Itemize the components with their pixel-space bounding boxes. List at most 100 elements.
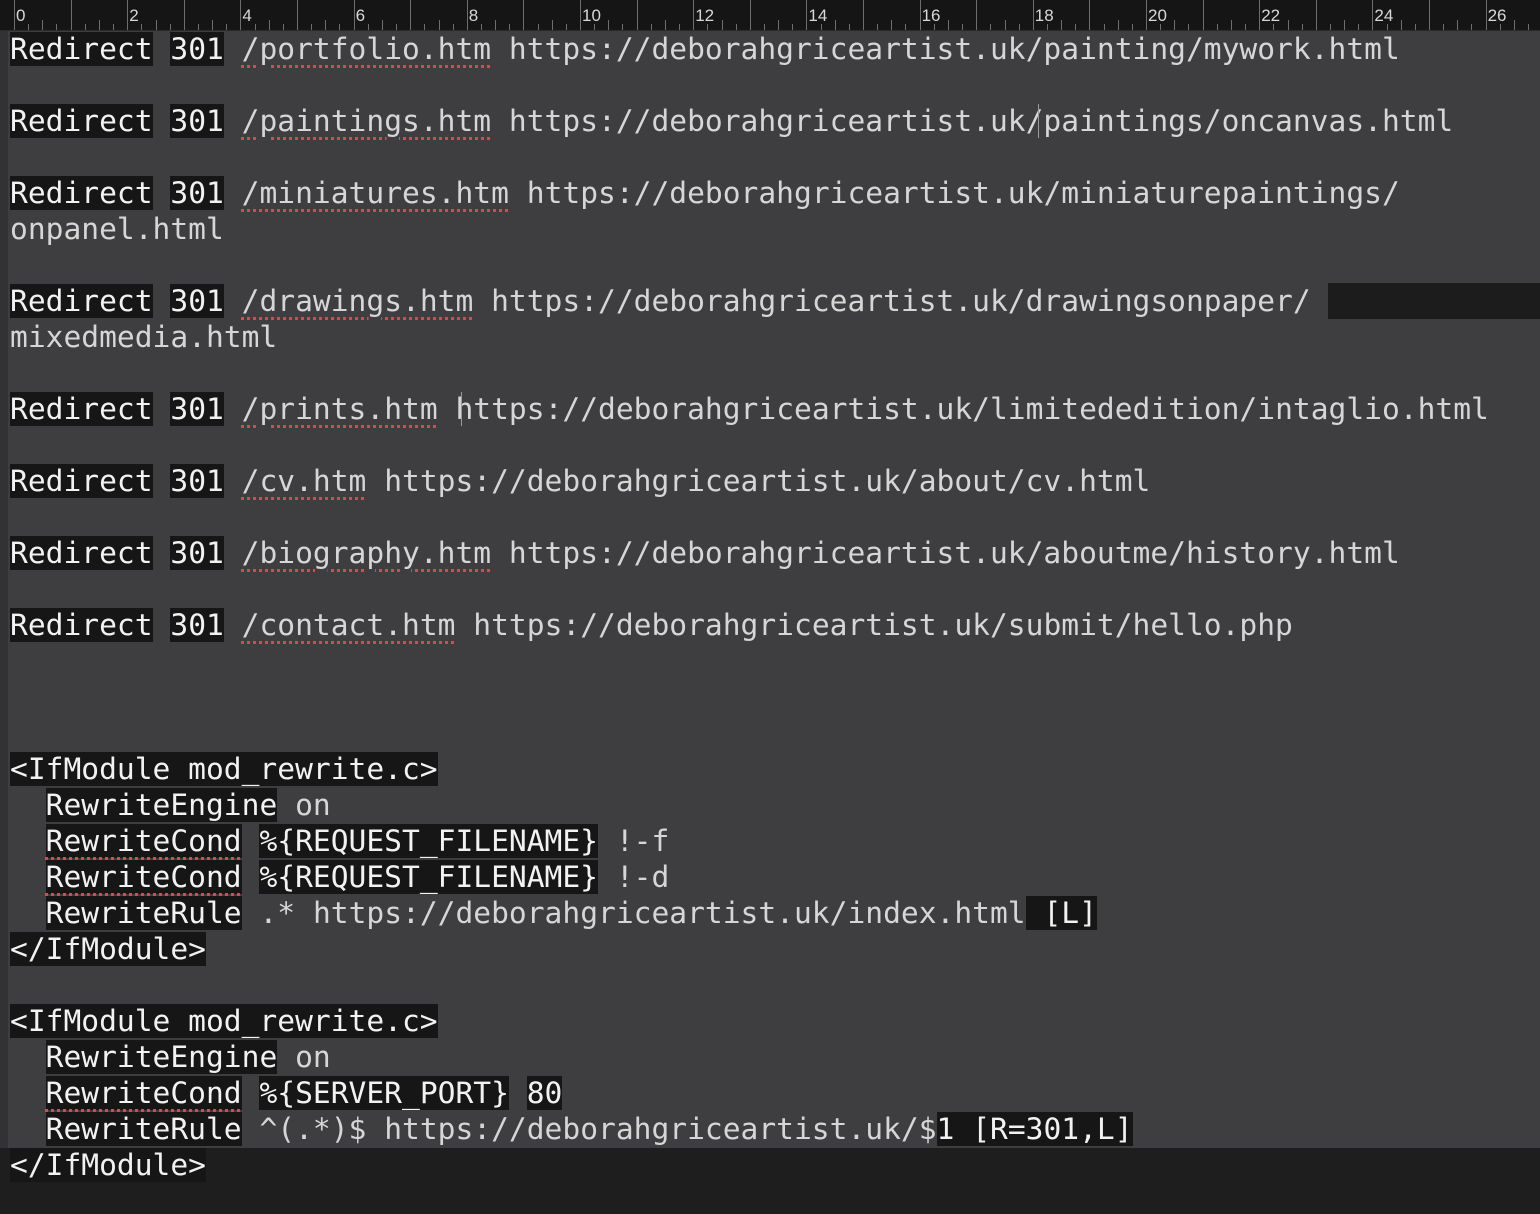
ruler-tick: [1485, 0, 1487, 30]
ruler-tick: [1117, 20, 1119, 30]
ruler-tick: [1259, 0, 1261, 30]
redirect-code: 301: [170, 608, 224, 642]
ruler-tick: [1372, 0, 1374, 30]
redirect-code: 301: [170, 464, 224, 498]
redirect-url: https://deborahgriceartist.uk/painting/m…: [508, 32, 1400, 66]
ruler-tick: [551, 20, 553, 30]
ruler-tick: [1344, 20, 1346, 30]
redirect-line-drawings[interactable]: Redirect 301 /drawings.htm https://debor…: [10, 283, 1311, 319]
redirect-line-drawings-wrap: mixedmedia.html: [10, 319, 277, 355]
redirect-line-contact[interactable]: Redirect 301 /contact.htm https://debora…: [10, 607, 1293, 643]
ruler-tick: [580, 0, 581, 30]
redirect-line-portfolio[interactable]: Redirect 301 /portfolio.htm https://debo…: [10, 31, 1400, 67]
ifmodule-close-2[interactable]: </IfModule>: [10, 1147, 206, 1183]
ruler-label: 22: [1261, 6, 1281, 25]
ruler-tick: [396, 24, 398, 30]
redirect-keyword: Redirect: [10, 176, 153, 210]
ruler-tick: [537, 24, 539, 30]
rewrite-cond-line-2[interactable]: RewriteCond %{REQUEST_FILENAME} !-d: [10, 859, 669, 895]
ruler-tick: [863, 0, 864, 30]
ifmodule-open-tag: <IfModule mod_rewrite.c>: [10, 1004, 438, 1038]
rewrite-rule-line-2[interactable]: RewriteRule ^(.*)$ https://deborahgricea…: [10, 1111, 1133, 1147]
ruler-tick: [14, 0, 15, 30]
ruler-label: 16: [921, 6, 941, 25]
ruler-tick: [339, 24, 341, 30]
ruler-label: 2: [129, 6, 139, 25]
ruler-tick: [565, 24, 567, 30]
redirect-keyword: Redirect: [10, 284, 153, 318]
ruler-tick: [693, 0, 695, 30]
ruler-tick: [169, 24, 171, 30]
ruler-tick: [1471, 24, 1473, 30]
ifmodule-close-tag: </IfModule>: [10, 932, 206, 966]
redirect-line-cv[interactable]: Redirect 301 /cv.htm https://deborahgric…: [10, 463, 1150, 499]
redirect-line-biography[interactable]: Redirect 301 /biography.htm https://debo…: [10, 535, 1400, 571]
ruler-label: 8: [468, 6, 479, 25]
ruler-tick: [848, 24, 850, 30]
redirect-url: https://deborahgriceartist.uk/about/cv.h…: [384, 464, 1151, 498]
ruler-tick: [919, 0, 921, 30]
redirect-path: /biography.htm: [241, 536, 492, 570]
rewrite-cond-var: %{SERVER_PORT}: [259, 1076, 509, 1110]
ruler-label: 0: [16, 6, 26, 25]
ruler-label: 20: [1148, 6, 1167, 25]
ruler-tick: [877, 24, 879, 30]
ruler-tick: [1457, 20, 1459, 30]
ruler-tick: [1202, 0, 1204, 30]
rewrite-cond-line-1[interactable]: RewriteCond %{REQUEST_FILENAME} !-f: [10, 823, 669, 859]
ruler-tick: [155, 20, 157, 30]
redirect-url-continued: mixedmedia.html: [10, 320, 278, 354]
redirect-path: /drawings.htm: [241, 284, 474, 318]
ruler-tick: [1245, 24, 1247, 30]
ruler-tick: [1188, 24, 1190, 30]
rewrite-cond-line-3[interactable]: RewriteCond %{SERVER_PORT} 80: [10, 1075, 563, 1111]
redirect-keyword: Redirect: [10, 392, 153, 426]
ifmodule-open-tag: <IfModule mod_rewrite.c>: [10, 752, 438, 786]
rewrite-engine-line-2[interactable]: RewriteEngine on: [10, 1039, 331, 1075]
redirect-keyword: Redirect: [10, 32, 153, 66]
ruler-tick: [452, 24, 454, 30]
redirect-keyword: Redirect: [10, 464, 153, 498]
ruler-tick: [240, 0, 242, 30]
ruler-tick: [42, 20, 44, 30]
ruler-tick: [466, 0, 468, 30]
ruler-tick: [608, 20, 610, 30]
redirect-keyword: Redirect: [10, 104, 153, 138]
rewrite-engine-line-1[interactable]: RewriteEngine on: [10, 787, 331, 823]
ruler-label: 12: [695, 6, 715, 25]
ruler-tick: [1216, 24, 1218, 30]
rewrite-cond-directive: RewriteCond: [45, 1076, 242, 1110]
ruler-tick: [806, 0, 808, 30]
ruler-tick: [947, 20, 949, 30]
ruler-tick: [480, 24, 482, 30]
rewrite-rule-line-1[interactable]: RewriteRule .* https://deborahgriceartis…: [10, 895, 1097, 931]
ruler-tick: [410, 0, 412, 30]
rewrite-rule-target: https://deborahgriceartist.uk/$: [384, 1112, 937, 1146]
redirect-code: 301: [170, 284, 224, 318]
ruler-tick: [438, 20, 440, 30]
rewrite-engine-directive: RewriteEngine: [45, 788, 278, 822]
ruler-tick: [1004, 20, 1006, 30]
redirect-code: 301: [170, 176, 224, 210]
ruler-tick: [905, 24, 907, 30]
rewrite-cond-test: !-f: [615, 824, 670, 858]
ruler-tick: [1061, 20, 1063, 30]
rewrite-rule-pattern: .*: [259, 896, 296, 930]
ruler-tick: [1032, 0, 1034, 30]
text-highlight-trailing: [1328, 283, 1540, 319]
ifmodule-open-1[interactable]: <IfModule mod_rewrite.c>: [10, 751, 438, 787]
ruler-tick: [721, 20, 723, 30]
ruler-tick: [56, 24, 58, 30]
rewrite-cond-directive: RewriteCond: [45, 860, 242, 894]
ifmodule-close-1[interactable]: </IfModule>: [10, 931, 206, 967]
redirect-url: https://deborahgriceartist.uk/miniaturep…: [526, 176, 1400, 210]
ruler-tick: [254, 24, 256, 30]
ruler-tick: [1174, 20, 1176, 30]
ifmodule-open-2[interactable]: <IfModule mod_rewrite.c>: [10, 1003, 438, 1039]
redirect-line-paintings[interactable]: Redirect 301 /paintings.htm https://debo…: [10, 103, 1453, 139]
redirect-line-prints[interactable]: Redirect 301 /prints.htm https://deborah…: [10, 391, 1489, 427]
redirect-line-miniatures[interactable]: Redirect 301 /miniatures.htm https://deb…: [10, 175, 1400, 211]
redirect-path: /miniatures.htm: [241, 176, 509, 210]
ruler-tick: [113, 24, 115, 30]
ruler-tick: [127, 0, 129, 30]
